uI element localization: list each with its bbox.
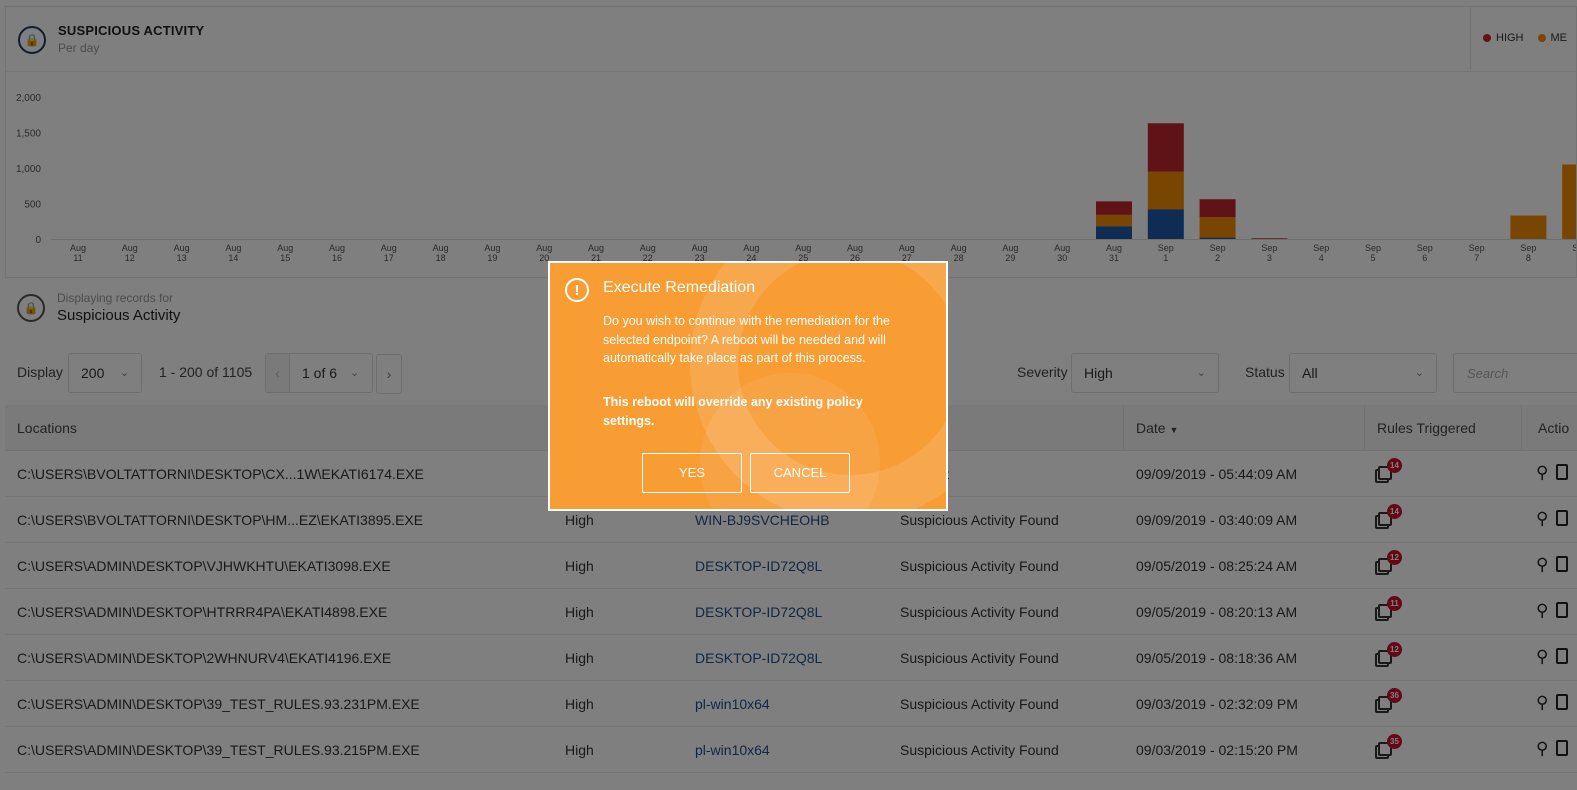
yes-button[interactable]: YES [642,453,742,493]
dialog-warning: This reboot will override any existing p… [603,395,863,428]
exclamation-icon: ! [565,278,589,302]
dialog-message: Do you wish to continue with the remedia… [603,314,890,365]
dialog-title: Execute Remediation [603,279,756,296]
app-root: 🔒 SUSPICIOUS ACTIVITY Per day HIGH ME 2,… [0,0,1577,790]
execute-remediation-dialog: ! Execute Remediation Do you wish to con… [548,261,948,511]
cancel-button[interactable]: CANCEL [750,453,850,493]
